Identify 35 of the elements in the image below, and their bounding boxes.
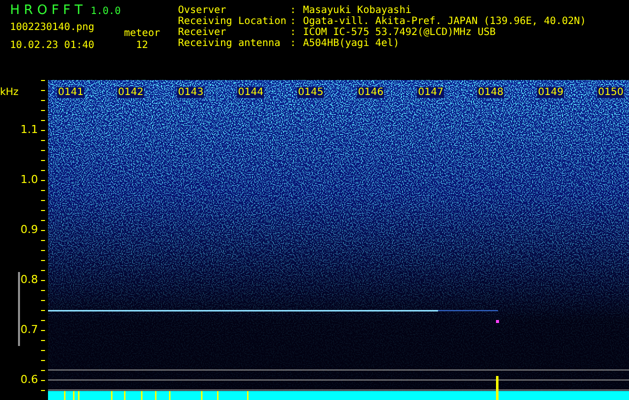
info-separator: : [290, 27, 298, 38]
time-label: 0149 [537, 87, 564, 98]
info-label: Receiving Location [178, 16, 288, 27]
info-value: A504HB(yagi 4el) [303, 38, 400, 49]
meteor-count: 12 [136, 40, 148, 51]
time-label: 0142 [117, 87, 144, 98]
info-label: Ovserver [178, 5, 228, 16]
version-number: 1.0.0 [90, 6, 121, 17]
time-label: 0141 [57, 87, 84, 98]
info-label: Receiving antenna [178, 38, 282, 49]
time-label: 0144 [237, 87, 264, 98]
time-label: 0146 [357, 87, 384, 98]
info-value: Ogata-vill. Akita-Pref. JAPAN (139.96E, 40.02N) [303, 16, 586, 27]
y-axis-label: 0.8 [20, 274, 38, 286]
y-axis-label: 0.7 [20, 324, 38, 336]
info-separator: : [290, 16, 298, 27]
time-label: 0147 [417, 87, 444, 98]
y-axis-unit: kHz [0, 87, 19, 98]
y-axis-label: 0.6 [20, 374, 38, 386]
info-separator: : [290, 5, 298, 16]
info-label: Receiver [178, 27, 228, 38]
info-value: ICOM IC-575 53.7492(@LCD)MHz USB [303, 27, 497, 38]
y-axis-label: 0.9 [20, 224, 38, 236]
y-axis-label: 1.1 [20, 124, 38, 136]
info-separator: : [290, 38, 298, 49]
time-label: 0145 [297, 87, 324, 98]
app-title: H R O F F T [10, 3, 83, 18]
time-label: 0148 [477, 87, 504, 98]
time-label: 0143 [177, 87, 204, 98]
file-name: 1002230140.png [10, 22, 96, 33]
meteor-label: meteor [124, 28, 160, 39]
y-axis-label: 1.0 [20, 174, 38, 186]
info-value: Masayuki Kobayashi [303, 5, 412, 16]
time-label: 0150 [597, 87, 624, 98]
date-time: 10.02.23 01:40 [10, 40, 96, 51]
